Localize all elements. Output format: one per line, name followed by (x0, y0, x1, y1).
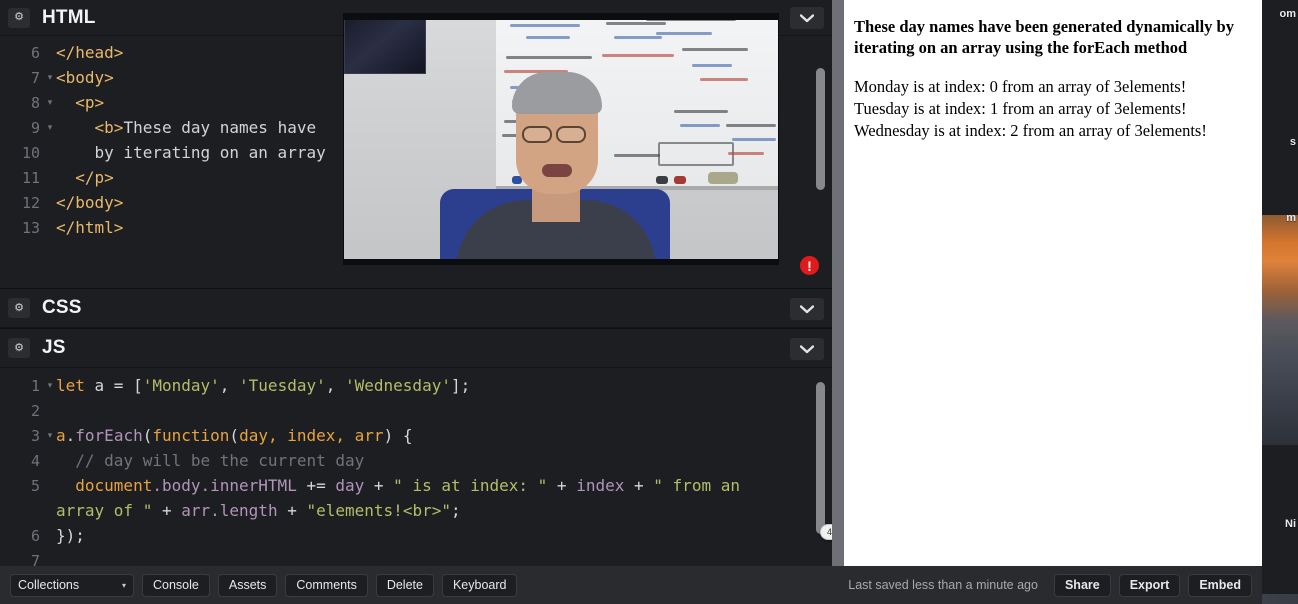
js-code-area[interactable]: 1 ▾ let a = ['Monday', 'Tuesday', 'Wednesd… (0, 368, 832, 570)
toolbar-button-delete[interactable]: Delete (375, 573, 434, 597)
gear-icon[interactable]: ⚙ (8, 338, 30, 358)
line-number: 13 (21, 218, 40, 237)
output-line: Wednesday is at index: 2 from an array o… (854, 121, 1207, 141)
code-text: by iterating on an array (56, 143, 326, 162)
video-letterbox-bottom (344, 259, 778, 264)
toolbar-button-export[interactable]: Export (1118, 573, 1181, 597)
pane-css-header: ⚙ CSS (0, 289, 832, 328)
toolbar-button-embed[interactable]: Embed (1188, 573, 1252, 597)
code-text: a.forEach(function(day, index, arr) { (56, 426, 413, 445)
js-editor-scrollbar[interactable] (816, 382, 825, 534)
chevron-down-icon[interactable] (790, 7, 824, 29)
line-number: 5 (30, 476, 40, 495)
collections-dropdown[interactable]: Collections ▾ (10, 573, 134, 597)
line-number: 9 (30, 118, 40, 137)
code-text: <body> (56, 68, 114, 87)
last-saved-status: Last saved less than a minute ago (848, 578, 1038, 592)
code-text: </body> (56, 193, 124, 212)
code-line[interactable]: 6}); (0, 523, 832, 548)
code-text: let a = ['Monday', 'Tuesday', 'Wednesday… (56, 376, 471, 395)
code-text: </p> (56, 168, 114, 187)
webcam-overlay-video[interactable] (344, 14, 778, 264)
glasses-right (556, 126, 586, 143)
chevron-down-icon[interactable] (790, 298, 824, 320)
preview-output-pane[interactable]: These day names have been generated dyna… (844, 0, 1262, 566)
toolbar-buttons: Console Assets Comments Delete Keyboard (134, 573, 518, 597)
desktop-text-fragment: Ni (1285, 518, 1296, 530)
code-text: // day will be the current day (56, 451, 365, 470)
code-text: <b>These day names have (56, 118, 317, 137)
chevron-down-icon[interactable] (790, 338, 824, 360)
person-hair (512, 72, 602, 114)
gear-icon[interactable]: ⚙ (8, 298, 30, 318)
code-line[interactable]: 1 ▾ let a = ['Monday', 'Tuesday', 'Wednesd… (0, 373, 832, 398)
code-text: </head> (56, 43, 124, 62)
chevron-down-icon: ▾ (121, 580, 126, 590)
pane-html-title: HTML (42, 6, 96, 28)
desktop-text-fragment: om (1279, 8, 1297, 20)
line-number: 7 (30, 68, 40, 87)
fold-arrow-icon[interactable]: ▾ (44, 423, 56, 448)
output-line: Monday is at index: 0 from an array of 3… (854, 77, 1187, 97)
fold-arrow-icon[interactable]: ▾ (44, 65, 56, 90)
pane-splitter[interactable] (832, 0, 844, 566)
person-mouth (542, 164, 572, 177)
output-lines: Monday is at index: 0 from an array of 3… (854, 76, 1250, 142)
toolbar-button-console[interactable]: Console (142, 573, 210, 597)
line-number: 3 (30, 426, 40, 445)
fold-arrow-icon[interactable]: ▾ (44, 373, 56, 398)
pane-css-title: CSS (42, 297, 82, 318)
line-number: 2 (30, 401, 40, 420)
toolbar-button-share[interactable]: Share (1053, 573, 1111, 597)
line-number: 6 (30, 526, 40, 545)
code-line[interactable]: 2 (0, 398, 832, 423)
code-text: </html> (56, 218, 124, 237)
output-spacer (854, 58, 1250, 76)
error-badge[interactable]: ! (800, 256, 819, 275)
code-line[interactable]: array of " + arr.length + "elements!<br>… (0, 498, 832, 523)
pane-css: ⚙ CSS (0, 289, 832, 329)
line-number: 4 (30, 451, 40, 470)
pane-js-header: ⚙ JS (0, 329, 832, 368)
toolbar-button-comments[interactable]: Comments (285, 573, 368, 597)
toolbar-button-assets[interactable]: Assets (217, 573, 278, 597)
line-number: 1 (30, 376, 40, 395)
pane-js-title: JS (42, 337, 66, 358)
glasses-left (522, 126, 552, 143)
code-text: <p> (56, 93, 105, 112)
screen: om s m Ni ⚙ HTML 6 </head> 7 ▾ <body> 8 ▾ <p> 9 ▾ <… (0, 0, 1298, 604)
code-line[interactable]: 4 // day will be the current day (0, 448, 832, 473)
code-line[interactable]: 5 document.body.innerHTML += day + " is … (0, 473, 832, 498)
code-text: }); (56, 526, 85, 545)
gear-icon[interactable]: ⚙ (8, 7, 30, 28)
desktop-text-fragment: s (1289, 136, 1296, 148)
desktop-text-fragment: m (1286, 212, 1296, 224)
fold-arrow-icon[interactable]: ▾ (44, 115, 56, 140)
line-number: 12 (21, 193, 40, 212)
output-title: These day names have been generated dyna… (854, 17, 1234, 58)
collections-label: Collections (18, 578, 80, 592)
code-text: array of " + arr.length + "elements!<br>… (56, 501, 461, 520)
video-letterbox-top (344, 14, 778, 20)
toolbar-button-keyboard[interactable]: Keyboard (441, 573, 518, 597)
line-number: 6 (30, 43, 40, 62)
wall-poster (344, 16, 426, 74)
codepen-window: ⚙ HTML 6 </head> 7 ▾ <body> 8 ▾ <p> 9 ▾ <b>These… (0, 0, 1262, 604)
fold-arrow-icon[interactable]: ▾ (44, 90, 56, 115)
html-editor-scrollbar[interactable] (816, 68, 825, 190)
pane-js: ⚙ JS 1 ▾ let a = ['Monday', 'Tuesday', 'We… (0, 329, 832, 571)
line-number: 8 (30, 93, 40, 112)
output-line: Tuesday is at index: 1 from an array of … (854, 99, 1187, 119)
code-line[interactable]: 3 ▾ a.forEach(function(day, index, arr) { (0, 423, 832, 448)
code-text: document.body.innerHTML += day + " is at… (75, 476, 740, 495)
toolbar-right-buttons: Share Export Embed (1046, 573, 1252, 597)
bottom-toolbar: Collections ▾ Console Assets Comments Delet… (0, 566, 1262, 604)
line-number: 11 (21, 168, 40, 187)
line-number: 10 (21, 143, 40, 162)
